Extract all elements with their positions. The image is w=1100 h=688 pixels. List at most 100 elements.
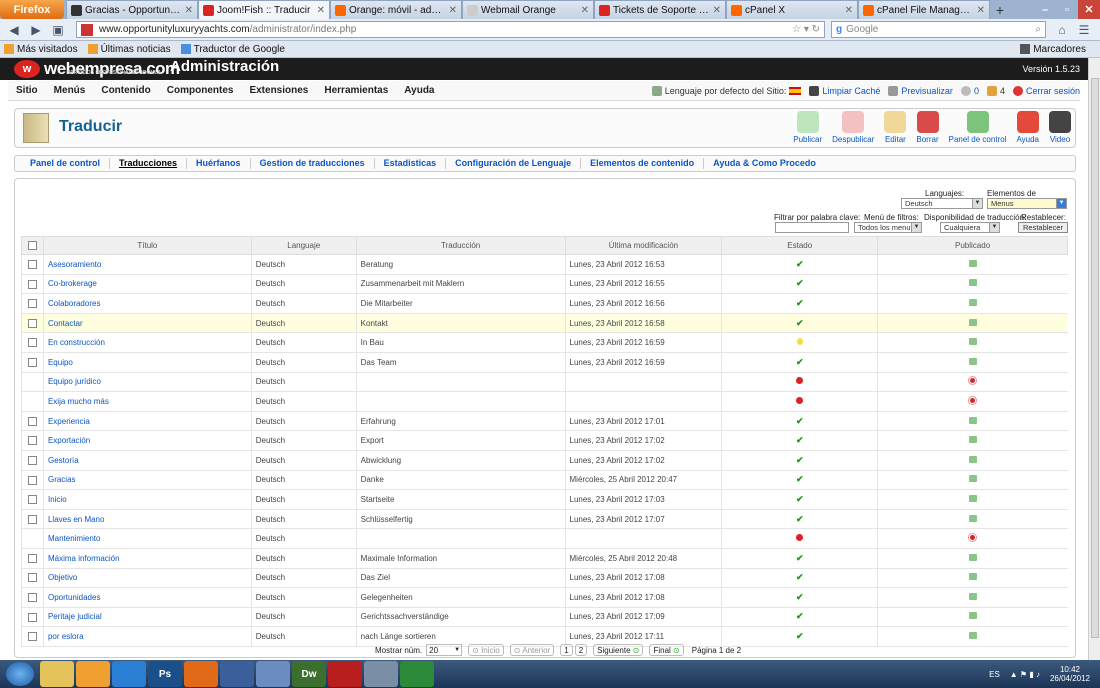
published-icon[interactable]: [968, 436, 977, 444]
languages-select[interactable]: Deutsch ▼: [901, 198, 983, 209]
menu-contenido[interactable]: Contenido: [93, 81, 158, 101]
table-row[interactable]: Peritaje judicial Deutsch Gerichtssachvers…: [21, 607, 1068, 628]
published-icon[interactable]: [968, 318, 977, 326]
scrollbar-thumb[interactable]: [1091, 78, 1099, 638]
availability-select[interactable]: Cualquiera ▼: [940, 222, 1000, 233]
column-published[interactable]: Publicado: [877, 236, 1068, 255]
title-link[interactable]: En construcción: [48, 338, 105, 347]
submenu-elementos-de-contenido[interactable]: Elementos de contenido: [581, 158, 705, 169]
published-icon[interactable]: [968, 553, 977, 561]
minimize-icon[interactable]: –: [1034, 0, 1056, 19]
preview-link[interactable]: Previsualizar: [888, 85, 953, 96]
menu-ayuda[interactable]: Ayuda: [396, 81, 442, 101]
close-tab-icon[interactable]: ✕: [581, 5, 589, 16]
page-1-button[interactable]: 1: [560, 644, 573, 656]
published-icon[interactable]: [968, 279, 977, 287]
title-link[interactable]: Máxima información: [48, 554, 120, 563]
row-checkbox[interactable]: [27, 475, 37, 485]
video-button[interactable]: Video: [1049, 111, 1071, 144]
bookmark-star-icon[interactable]: ☆ ▾ ↻: [792, 24, 820, 35]
taskbar-app-icon[interactable]: Ps: [148, 661, 182, 687]
page-2-button[interactable]: 2: [574, 644, 588, 656]
table-row[interactable]: Gracias Deutsch Danke Miércoles, 25 Abril 2…: [21, 470, 1068, 491]
search-icon[interactable]: ⌕: [1035, 24, 1041, 35]
row-checkbox[interactable]: [27, 436, 37, 446]
table-row[interactable]: Asesoramiento Deutsch Beratung Lunes, 23 Ab…: [21, 254, 1068, 275]
submenu-traducciones[interactable]: Traducciones: [110, 158, 188, 169]
start-button[interactable]: [6, 662, 34, 686]
close-tab-icon[interactable]: ✕: [713, 5, 721, 16]
title-link[interactable]: Exija mucho más: [48, 397, 109, 406]
published-icon[interactable]: [968, 494, 977, 502]
title-link[interactable]: Co-brokerage: [48, 279, 97, 288]
bookmark-latest-news[interactable]: Últimas noticias: [87, 44, 171, 55]
title-link[interactable]: Asesoramiento: [48, 260, 101, 269]
title-link[interactable]: Peritaje judicial: [48, 612, 102, 621]
table-row[interactable]: Exija mucho más Deutsch: [21, 391, 1068, 412]
table-row[interactable]: Exportación Deutsch Export Lunes, 23 Abril …: [21, 430, 1068, 451]
end-button[interactable]: Final ⊙: [649, 644, 684, 656]
bookmark-google-translate[interactable]: Traductor de Google: [180, 44, 285, 55]
row-checkbox[interactable]: [27, 514, 37, 524]
page-scrollbar[interactable]: [1088, 58, 1100, 660]
submenu-configuracion-de-lenguaje[interactable]: Configuración de Lenguaje: [446, 158, 582, 169]
title-link[interactable]: Gracias: [48, 475, 76, 484]
clock[interactable]: 10:42 26/04/2012: [1050, 665, 1090, 683]
title-link[interactable]: Llaves en Mano: [48, 515, 104, 524]
home-icon[interactable]: ⌂: [1052, 21, 1072, 39]
firefox-menu-button[interactable]: Firefox: [0, 0, 64, 19]
menu-extensiones[interactable]: Extensiones: [241, 81, 316, 101]
url-bar[interactable]: www.opportunityluxuryyachts.com /adminis…: [76, 21, 825, 38]
row-checkbox[interactable]: [27, 357, 37, 367]
published-icon[interactable]: [968, 259, 977, 267]
clear-cache-link[interactable]: Limpiar Caché: [809, 85, 880, 96]
row-checkbox[interactable]: [27, 299, 37, 309]
row-checkbox[interactable]: [27, 632, 37, 642]
browser-tab[interactable]: Webmail Orange ✕: [462, 0, 594, 19]
published-icon[interactable]: [968, 338, 977, 346]
submenu-panel-de-control[interactable]: Panel de control: [21, 158, 111, 169]
close-tab-icon[interactable]: ✕: [317, 5, 325, 16]
title-link[interactable]: Equipo: [48, 358, 73, 367]
taskbar-app-icon[interactable]: [40, 661, 74, 687]
despublicar-button[interactable]: Despublicar: [832, 111, 874, 144]
taskbar-app-icon[interactable]: [112, 661, 146, 687]
submenu-ayuda-como-procedo[interactable]: Ayuda & Como Procedo: [704, 158, 825, 169]
menu-sitio[interactable]: Sitio: [8, 81, 46, 101]
close-tab-icon[interactable]: ✕: [845, 5, 853, 16]
logout-link[interactable]: Cerrar sesión: [1012, 85, 1080, 96]
title-link[interactable]: Oportunidades: [48, 593, 100, 602]
messages-count[interactable]: 0: [960, 85, 979, 96]
unpublished-icon[interactable]: [969, 377, 977, 385]
start-button[interactable]: ⊙ Inicio: [468, 644, 504, 656]
ayuda-button[interactable]: Ayuda: [1016, 111, 1039, 144]
taskbar-app-icon[interactable]: [184, 661, 218, 687]
published-icon[interactable]: [968, 475, 977, 483]
row-checkbox[interactable]: [27, 593, 37, 603]
unpublished-icon[interactable]: [969, 396, 977, 404]
close-window-icon[interactable]: ✕: [1078, 0, 1100, 19]
panel-de-control-button[interactable]: Panel de control: [949, 111, 1006, 144]
menu-menus[interactable]: Menús: [46, 81, 94, 101]
table-row[interactable]: Contactar Deutsch Kontakt Lunes, 23 Abril 2…: [21, 313, 1068, 334]
table-row[interactable]: Equipo Deutsch Das Team Lunes, 23 Abril 201…: [21, 352, 1068, 373]
title-link[interactable]: Contactar: [48, 319, 83, 328]
tray-icons[interactable]: ▲ ⚑ ▮ ♪: [1010, 670, 1040, 679]
published-icon[interactable]: [968, 632, 977, 640]
taskbar-app-icon[interactable]: [328, 661, 362, 687]
reset-button[interactable]: Restablecer: [1018, 222, 1068, 233]
borrar-button[interactable]: Borrar: [916, 111, 939, 144]
published-icon[interactable]: [968, 514, 977, 522]
users-count[interactable]: 4: [986, 85, 1005, 96]
bookmarks-menu[interactable]: Marcadores: [1020, 44, 1086, 55]
close-tab-icon[interactable]: ✕: [449, 5, 457, 16]
row-checkbox[interactable]: [27, 259, 37, 269]
close-tab-icon[interactable]: ✕: [185, 5, 193, 16]
table-row[interactable]: Experiencia Deutsch Erfahrung Lunes, 23 Abr…: [21, 411, 1068, 432]
row-checkbox[interactable]: [27, 495, 37, 505]
row-checkbox[interactable]: [27, 612, 37, 622]
title-link[interactable]: Objetivo: [48, 573, 77, 582]
bookmark-most-visited[interactable]: Más visitados: [4, 44, 78, 55]
published-icon[interactable]: [968, 357, 977, 365]
table-row[interactable]: Gestoría Deutsch Abwicklung Lunes, 23 Abril…: [21, 450, 1068, 471]
